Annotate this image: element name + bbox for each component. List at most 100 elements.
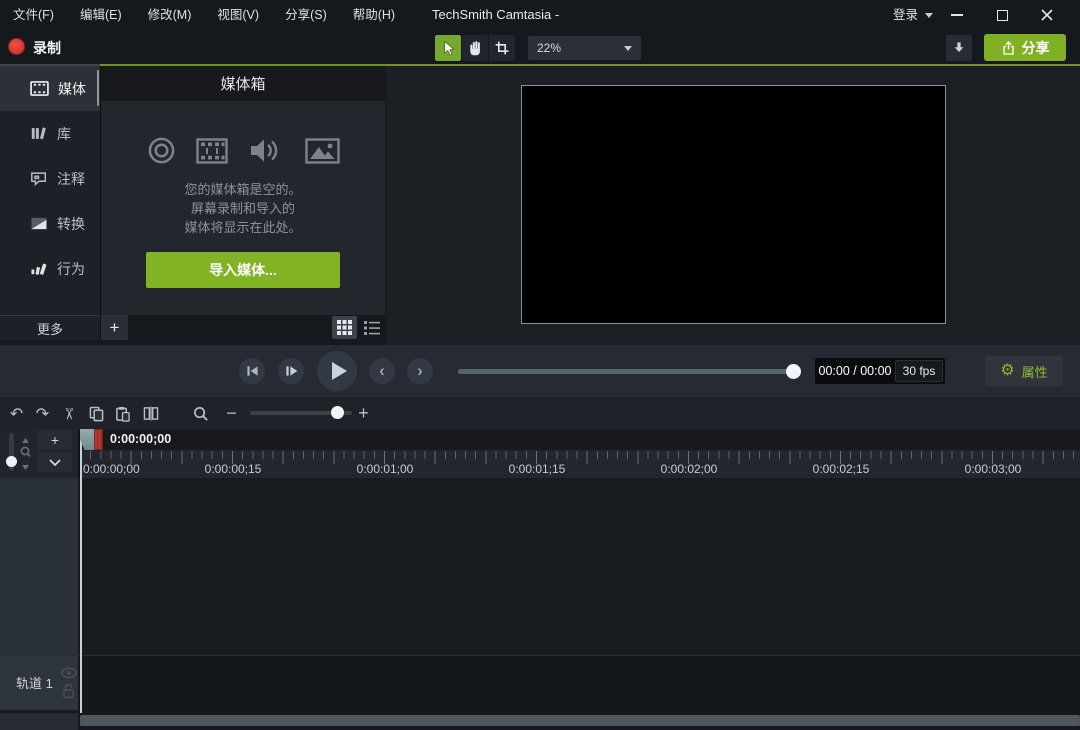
canvas-area bbox=[386, 66, 1080, 345]
window-title: TechSmith Camtasia - bbox=[432, 0, 559, 30]
record-button[interactable]: 录制 bbox=[33, 38, 61, 58]
sidebar-item-media[interactable]: 媒体 bbox=[0, 66, 100, 111]
track-lock-icon[interactable] bbox=[62, 683, 75, 699]
canvas-zoom-value: 22% bbox=[537, 41, 561, 55]
crop-tool-button[interactable] bbox=[489, 35, 515, 61]
sidebar-item-label: 转换 bbox=[57, 214, 85, 234]
empty-line-3: 媒体将显示在此处。 bbox=[101, 218, 385, 237]
add-media-button[interactable]: + bbox=[101, 315, 128, 340]
behavior-icon bbox=[30, 261, 48, 277]
share-button[interactable]: 分享 bbox=[984, 34, 1066, 61]
recording-media-icon bbox=[147, 136, 176, 165]
copy-button[interactable] bbox=[84, 401, 109, 426]
sidebar-more-button[interactable]: 更多 bbox=[0, 315, 100, 340]
track-options-button[interactable] bbox=[38, 452, 72, 472]
preview-stage[interactable] bbox=[521, 85, 946, 324]
minimize-button[interactable] bbox=[940, 0, 974, 30]
paste-icon bbox=[115, 406, 130, 422]
close-icon bbox=[1041, 9, 1053, 21]
next-button[interactable]: › bbox=[407, 358, 433, 384]
zoom-in-button[interactable]: + bbox=[351, 401, 376, 426]
zoom-out-button[interactable]: − bbox=[219, 401, 244, 426]
menu-view[interactable]: 视图(V) bbox=[204, 0, 272, 30]
library-icon bbox=[30, 126, 48, 141]
menu-edit[interactable]: 编辑(E) bbox=[67, 0, 135, 30]
download-button[interactable] bbox=[946, 35, 972, 61]
timeline-header-strip[interactable] bbox=[78, 430, 1080, 450]
media-bin-empty-message: 您的媒体箱是空的。 屏幕录制和导入的 媒体将显示在此处。 bbox=[101, 180, 385, 237]
copy-icon bbox=[89, 406, 104, 422]
menu-share[interactable]: 分享(S) bbox=[272, 0, 340, 30]
signin-button[interactable]: 登录 bbox=[893, 0, 933, 30]
play-icon bbox=[332, 362, 347, 380]
magnifier-icon bbox=[193, 406, 209, 422]
record-icon[interactable] bbox=[8, 38, 25, 55]
signin-label: 登录 bbox=[893, 0, 918, 30]
sidebar-item-library[interactable]: 库 bbox=[0, 111, 100, 156]
cut-button[interactable]: ✂ bbox=[56, 401, 81, 426]
hand-icon bbox=[468, 40, 483, 56]
timeline-toolbar: ↶ ↷ ✂ bbox=[0, 397, 1080, 430]
sidebar-item-transitions[interactable]: 转换 bbox=[0, 201, 100, 246]
timeline-empty-area[interactable] bbox=[78, 478, 1080, 655]
playhead-line[interactable] bbox=[80, 430, 82, 713]
list-view-button[interactable] bbox=[359, 316, 384, 339]
scrollbar-gutter bbox=[0, 713, 78, 730]
step-forward-button[interactable] bbox=[278, 358, 304, 384]
undo-button[interactable]: ↶ bbox=[4, 401, 29, 426]
sidebar-item-annotations[interactable]: a 注释 bbox=[0, 156, 100, 201]
timeline-zoom-handle[interactable] bbox=[331, 406, 344, 419]
play-button[interactable] bbox=[317, 351, 357, 391]
media-bin-panel: 您的媒体箱是空的。 屏幕录制和导入的 媒体将显示在此处。 导入媒体... bbox=[101, 101, 385, 315]
sidebar-item-behaviors[interactable]: 行为 bbox=[0, 246, 100, 291]
track-height-handle[interactable] bbox=[6, 456, 17, 467]
cursor-tool-button[interactable] bbox=[435, 35, 461, 61]
transition-icon bbox=[30, 216, 48, 231]
menu-modify[interactable]: 修改(M) bbox=[135, 0, 205, 30]
canvas-zoom-dropdown[interactable]: 22% bbox=[528, 36, 641, 60]
zoom-caret-icon bbox=[624, 46, 632, 51]
plus-icon: + bbox=[110, 318, 120, 338]
seek-slider[interactable] bbox=[458, 369, 800, 374]
undo-icon: ↶ bbox=[10, 404, 23, 424]
maximize-button[interactable] bbox=[985, 0, 1019, 30]
pan-tool-button[interactable] bbox=[462, 35, 488, 61]
tools-sidebar: 媒体 库 a 注释 bbox=[0, 66, 100, 315]
previous-button[interactable]: ‹ bbox=[369, 358, 395, 384]
seek-slider-handle[interactable] bbox=[786, 364, 801, 379]
audio-media-icon bbox=[249, 136, 279, 165]
minus-icon: − bbox=[226, 403, 237, 424]
add-track-button[interactable]: + bbox=[38, 430, 72, 450]
fps-display: 30 fps bbox=[895, 360, 943, 382]
playhead-handle[interactable] bbox=[94, 429, 103, 450]
ruler-label: 0:00:01;15 bbox=[509, 462, 566, 476]
camtasia-window: 文件(F) 编辑(E) 修改(M) 视图(V) 分享(S) 帮助(H) Tech… bbox=[0, 0, 1080, 730]
download-icon bbox=[951, 40, 967, 56]
media-bin-header: 媒体箱 bbox=[101, 66, 385, 101]
ruler-label: 0:00:02;15 bbox=[813, 462, 870, 476]
sidebar-scroll-indicator[interactable] bbox=[97, 70, 99, 106]
list-view-icon bbox=[364, 321, 380, 335]
timeline-horizontal-scrollbar[interactable] bbox=[80, 715, 1080, 726]
import-media-button[interactable]: 导入媒体... bbox=[146, 252, 340, 288]
redo-button[interactable]: ↷ bbox=[30, 401, 55, 426]
menu-help[interactable]: 帮助(H) bbox=[340, 0, 408, 30]
properties-button[interactable]: ⚙ 属性 bbox=[985, 356, 1063, 386]
split-button[interactable] bbox=[138, 401, 163, 426]
track1-name: 轨道 1 bbox=[16, 673, 53, 692]
export-icon bbox=[1001, 40, 1016, 56]
track-zoom-icon bbox=[19, 436, 32, 472]
ruler-label: 0:00:03;00 bbox=[965, 462, 1022, 476]
track-visibility-icon[interactable] bbox=[61, 667, 77, 679]
track-bottom-divider bbox=[0, 710, 1080, 713]
step-backward-button[interactable] bbox=[239, 358, 265, 384]
grid-view-button[interactable] bbox=[332, 316, 357, 339]
time-display: 00:00 / 00:00 30 fps bbox=[815, 358, 945, 384]
menu-file[interactable]: 文件(F) bbox=[0, 0, 67, 30]
timeline-zoom-button[interactable] bbox=[188, 401, 213, 426]
paste-button[interactable] bbox=[110, 401, 135, 426]
track1-lane[interactable] bbox=[78, 656, 1080, 710]
share-label: 分享 bbox=[1022, 38, 1050, 58]
ruler-label: 0:00:02;00 bbox=[661, 462, 718, 476]
close-button[interactable] bbox=[1030, 0, 1064, 30]
